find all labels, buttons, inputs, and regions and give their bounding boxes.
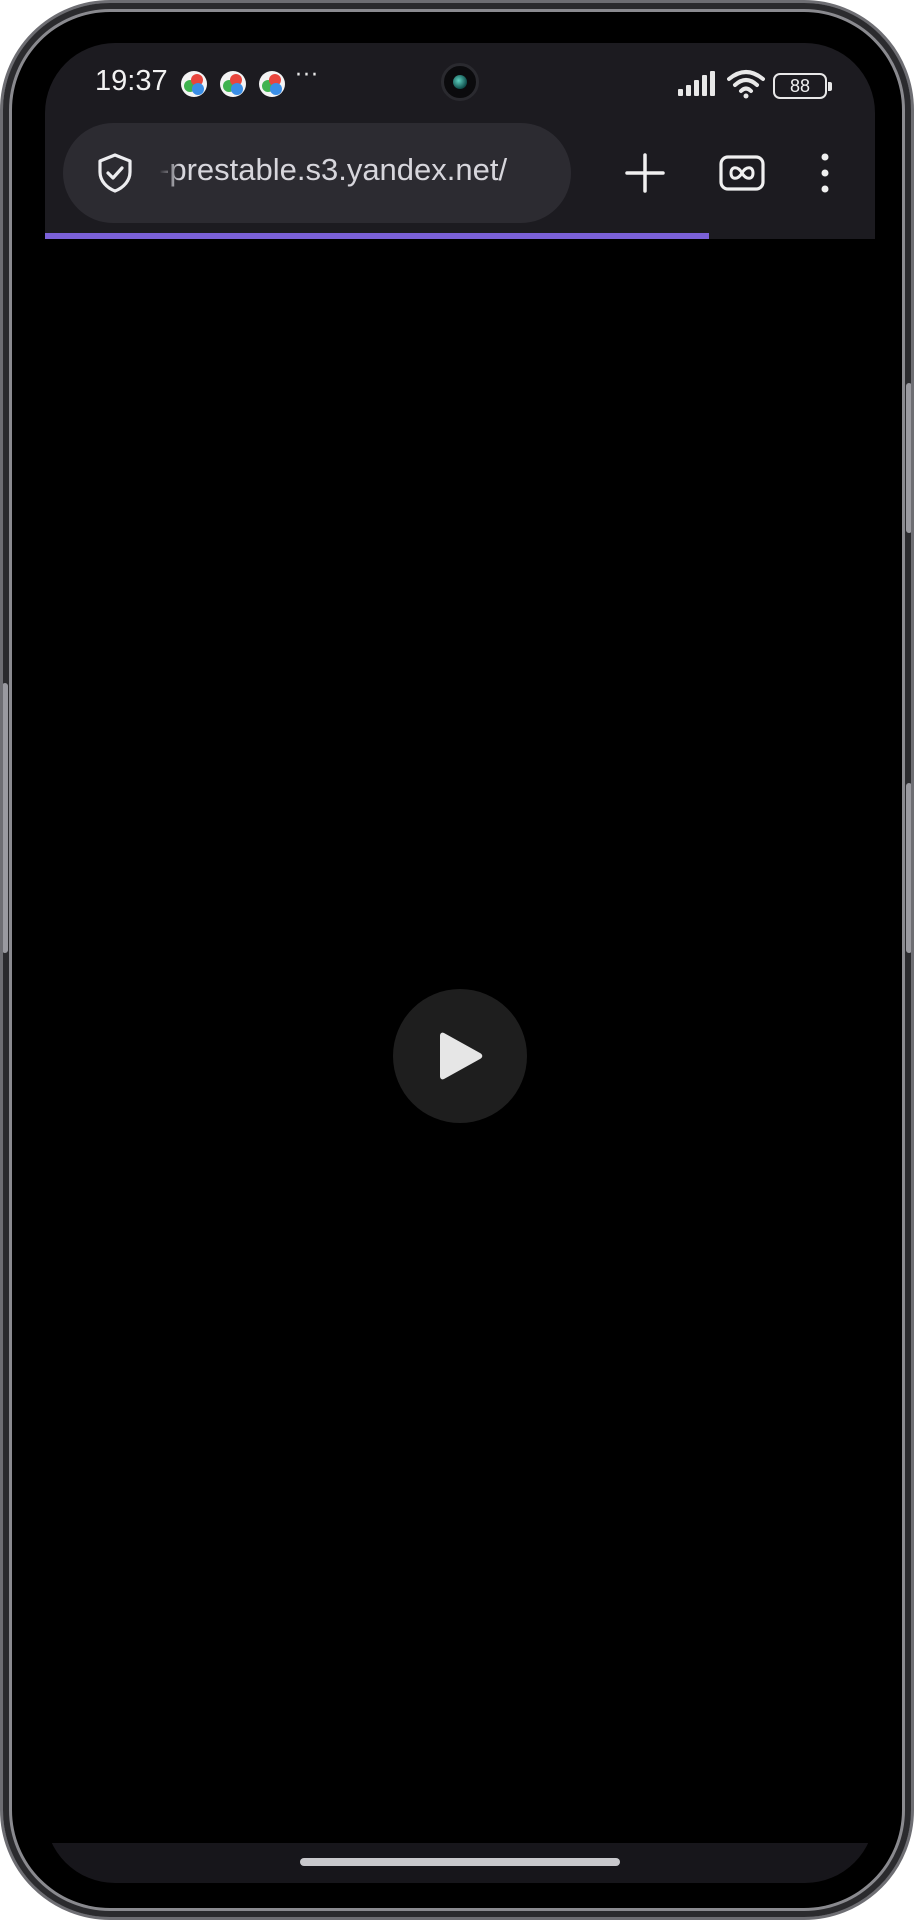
wifi-icon [727,70,765,99]
new-tab-button[interactable] [615,143,675,203]
side-button [3,683,8,953]
app-notification-icon [259,71,285,97]
battery-indicator: 88 [773,73,832,99]
video-player[interactable] [45,239,875,1883]
url-text[interactable]: -prestable.s3.yandex.net/ [159,152,555,188]
front-camera [441,63,479,101]
more-notifications-indicator: ··· [295,63,319,88]
app-notification-icon [220,71,246,97]
tab-switcher-icon [719,155,765,191]
more-vertical-icon [821,153,829,193]
side-button [906,783,911,953]
browser-chrome: 19:37 ··· 88 -prestable.s3.yandex.net/ [45,43,875,239]
menu-button[interactable] [795,143,855,203]
screen: 19:37 ··· 88 -prestable.s3.yandex.net/ [45,43,875,1883]
home-indicator[interactable] [300,1858,620,1866]
status-time: 19:37 [95,65,168,97]
shield-check-icon[interactable] [93,151,137,195]
address-bar[interactable]: -prestable.s3.yandex.net/ [63,123,571,223]
phone-frame: 19:37 ··· 88 -prestable.s3.yandex.net/ [0,0,914,1920]
cellular-signal-icon [678,71,715,96]
play-icon [440,1032,483,1080]
play-button[interactable] [393,989,527,1123]
tab-switcher-button[interactable] [712,143,772,203]
system-navigation-bar [45,1843,875,1883]
app-notification-icon [181,71,207,97]
side-button [906,383,911,533]
plus-icon [625,153,665,193]
